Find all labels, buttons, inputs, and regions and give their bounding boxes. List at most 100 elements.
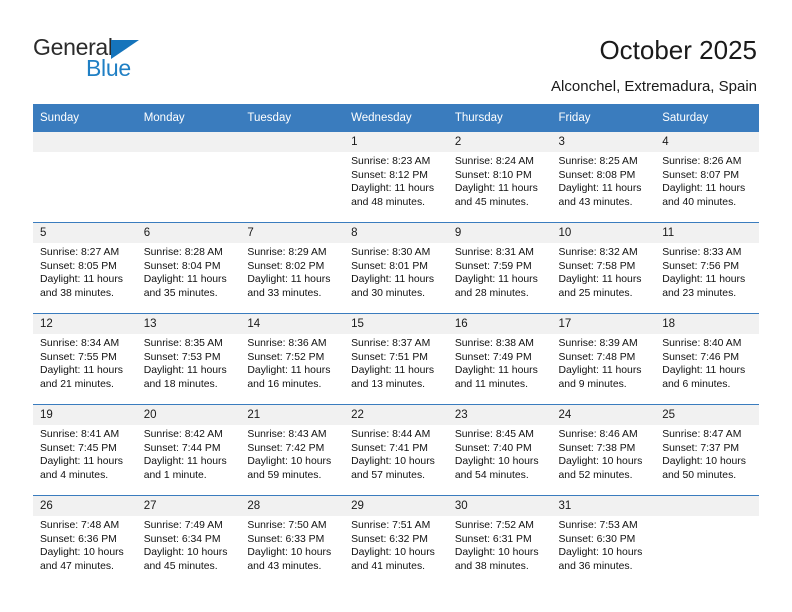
sunrise-text: Sunrise: 8:44 AM <box>351 429 431 440</box>
daylight-text-line2: and 36 minutes. <box>558 560 633 572</box>
day-cell[interactable]: 5 Sunrise: 8:27 AM Sunset: 8:05 PM Dayli… <box>33 222 137 314</box>
day-info: Sunrise: 8:38 AM Sunset: 7:49 PM Dayligh… <box>448 334 552 391</box>
day-info: Sunrise: 8:35 AM Sunset: 7:53 PM Dayligh… <box>137 334 241 391</box>
day-number <box>33 132 137 152</box>
daylight-text-line1: Daylight: 10 hours <box>662 456 746 468</box>
daylight-text-line2: and 57 minutes. <box>351 469 426 481</box>
calendar-week-row: 1 Sunrise: 8:23 AM Sunset: 8:12 PM Dayli… <box>33 132 759 223</box>
sunset-text: Sunset: 7:40 PM <box>454 442 532 454</box>
day-cell[interactable]: 16 Sunrise: 8:38 AM Sunset: 7:49 PM Dayl… <box>447 313 552 405</box>
day-cell[interactable]: 30 Sunrise: 7:52 AM Sunset: 6:31 PM Dayl… <box>447 495 552 586</box>
sunset-text: Sunset: 6:34 PM <box>143 533 221 545</box>
sunset-text: Sunset: 7:55 PM <box>40 351 117 363</box>
day-cell[interactable] <box>33 132 137 223</box>
day-cell[interactable] <box>136 132 241 223</box>
sunrise-text: Sunrise: 8:47 AM <box>662 429 742 440</box>
day-cell[interactable]: 20 Sunrise: 8:42 AM Sunset: 7:44 PM Dayl… <box>136 404 241 496</box>
sunrise-text: Sunrise: 8:27 AM <box>40 247 120 258</box>
day-cell[interactable]: 11 Sunrise: 8:33 AM Sunset: 7:56 PM Dayl… <box>655 222 759 314</box>
sunset-text: Sunset: 6:31 PM <box>454 533 532 545</box>
sunrise-text: Sunrise: 7:48 AM <box>40 520 120 531</box>
sunset-text: Sunset: 7:48 PM <box>558 351 636 363</box>
daylight-text-line2: and 52 minutes. <box>558 469 633 481</box>
calendar-body: 1 Sunrise: 8:23 AM Sunset: 8:12 PM Dayli… <box>33 132 759 586</box>
day-cell[interactable]: 7 Sunrise: 8:29 AM Sunset: 8:02 PM Dayli… <box>240 222 345 314</box>
day-info: Sunrise: 8:23 AM Sunset: 8:12 PM Dayligh… <box>344 152 448 209</box>
day-cell[interactable]: 6 Sunrise: 8:28 AM Sunset: 8:04 PM Dayli… <box>136 222 241 314</box>
day-cell[interactable]: 21 Sunrise: 8:43 AM Sunset: 7:42 PM Dayl… <box>240 404 345 496</box>
sunrise-text: Sunrise: 8:38 AM <box>454 338 534 349</box>
daylight-text-line2: and 38 minutes. <box>454 560 529 572</box>
day-number: 12 <box>33 314 137 334</box>
day-cell[interactable]: 3 Sunrise: 8:25 AM Sunset: 8:08 PM Dayli… <box>551 132 656 223</box>
sunset-text: Sunset: 6:36 PM <box>40 533 117 545</box>
day-cell[interactable]: 27 Sunrise: 7:49 AM Sunset: 6:34 PM Dayl… <box>136 495 241 586</box>
day-cell[interactable]: 14 Sunrise: 8:36 AM Sunset: 7:52 PM Dayl… <box>240 313 345 405</box>
sunset-text: Sunset: 7:42 PM <box>247 442 325 454</box>
day-number <box>136 132 241 152</box>
day-number: 21 <box>240 405 345 425</box>
day-number <box>655 496 759 516</box>
day-cell[interactable]: 24 Sunrise: 8:46 AM Sunset: 7:38 PM Dayl… <box>551 404 656 496</box>
day-cell[interactable]: 29 Sunrise: 7:51 AM Sunset: 6:32 PM Dayl… <box>344 495 448 586</box>
daylight-text-line1: Daylight: 11 hours <box>247 274 331 286</box>
logo-text-blue: Blue <box>86 55 131 81</box>
day-cell[interactable] <box>655 495 759 586</box>
sunrise-text: Sunrise: 8:37 AM <box>351 338 431 349</box>
daylight-text-line2: and 9 minutes. <box>558 378 627 390</box>
sunset-text: Sunset: 7:41 PM <box>351 442 428 454</box>
day-cell[interactable]: 4 Sunrise: 8:26 AM Sunset: 8:07 PM Dayli… <box>655 132 759 223</box>
day-info: Sunrise: 8:28 AM Sunset: 8:04 PM Dayligh… <box>137 243 241 300</box>
sunset-text: Sunset: 6:32 PM <box>351 533 428 545</box>
day-info: Sunrise: 8:24 AM Sunset: 8:10 PM Dayligh… <box>448 152 552 209</box>
day-cell[interactable]: 1 Sunrise: 8:23 AM Sunset: 8:12 PM Dayli… <box>344 132 448 223</box>
daylight-text-line2: and 40 minutes. <box>662 196 737 208</box>
daylight-text-line1: Daylight: 11 hours <box>143 456 227 468</box>
daylight-text-line2: and 16 minutes. <box>247 378 322 390</box>
day-cell[interactable]: 8 Sunrise: 8:30 AM Sunset: 8:01 PM Dayli… <box>344 222 448 314</box>
day-cell[interactable]: 22 Sunrise: 8:44 AM Sunset: 7:41 PM Dayl… <box>344 404 448 496</box>
day-cell[interactable]: 10 Sunrise: 8:32 AM Sunset: 7:58 PM Dayl… <box>551 222 656 314</box>
day-info: Sunrise: 8:40 AM Sunset: 7:46 PM Dayligh… <box>655 334 759 391</box>
day-cell[interactable]: 15 Sunrise: 8:37 AM Sunset: 7:51 PM Dayl… <box>344 313 448 405</box>
page-title: October 2025 <box>599 35 757 65</box>
sunset-text: Sunset: 8:12 PM <box>351 169 428 181</box>
sunset-text: Sunset: 7:49 PM <box>454 351 532 363</box>
sunrise-text: Sunrise: 7:51 AM <box>351 520 431 531</box>
calendar-week-row: 5 Sunrise: 8:27 AM Sunset: 8:05 PM Dayli… <box>33 222 759 314</box>
day-cell[interactable]: 25 Sunrise: 8:47 AM Sunset: 7:37 PM Dayl… <box>655 404 759 496</box>
day-number: 11 <box>655 223 759 243</box>
sunrise-text: Sunrise: 8:29 AM <box>247 247 327 258</box>
sunrise-text: Sunrise: 8:35 AM <box>143 338 223 349</box>
sunset-text: Sunset: 7:44 PM <box>143 442 221 454</box>
day-cell[interactable]: 13 Sunrise: 8:35 AM Sunset: 7:53 PM Dayl… <box>136 313 241 405</box>
daylight-text-line2: and 6 minutes. <box>662 378 731 390</box>
day-cell[interactable]: 26 Sunrise: 7:48 AM Sunset: 6:36 PM Dayl… <box>33 495 137 586</box>
day-number: 30 <box>447 496 552 516</box>
day-cell[interactable]: 19 Sunrise: 8:41 AM Sunset: 7:45 PM Dayl… <box>33 404 137 496</box>
general-blue-logo[interactable]: General Blue <box>33 36 163 84</box>
weekday-header-tuesday: Tuesday <box>240 104 345 132</box>
day-cell[interactable]: 23 Sunrise: 8:45 AM Sunset: 7:40 PM Dayl… <box>447 404 552 496</box>
day-cell[interactable]: 18 Sunrise: 8:40 AM Sunset: 7:46 PM Dayl… <box>655 313 759 405</box>
day-cell[interactable]: 17 Sunrise: 8:39 AM Sunset: 7:48 PM Dayl… <box>551 313 656 405</box>
day-cell[interactable]: 12 Sunrise: 8:34 AM Sunset: 7:55 PM Dayl… <box>33 313 137 405</box>
day-number: 10 <box>551 223 656 243</box>
day-info: Sunrise: 8:26 AM Sunset: 8:07 PM Dayligh… <box>655 152 759 209</box>
day-info: Sunrise: 8:39 AM Sunset: 7:48 PM Dayligh… <box>552 334 656 391</box>
daylight-text-line2: and 35 minutes. <box>143 287 218 299</box>
day-cell[interactable]: 31 Sunrise: 7:53 AM Sunset: 6:30 PM Dayl… <box>551 495 656 586</box>
day-cell[interactable]: 28 Sunrise: 7:50 AM Sunset: 6:33 PM Dayl… <box>240 495 345 586</box>
daylight-text-line2: and 25 minutes. <box>558 287 633 299</box>
sunset-text: Sunset: 8:02 PM <box>247 260 325 272</box>
daylight-text-line2: and 4 minutes. <box>40 469 109 481</box>
day-cell[interactable]: 9 Sunrise: 8:31 AM Sunset: 7:59 PM Dayli… <box>447 222 552 314</box>
day-cell[interactable] <box>240 132 345 223</box>
daylight-text-line1: Daylight: 11 hours <box>143 274 227 286</box>
daylight-text-line2: and 47 minutes. <box>40 560 114 572</box>
sunrise-text: Sunrise: 7:52 AM <box>454 520 534 531</box>
daylight-text-line1: Daylight: 11 hours <box>247 365 331 377</box>
day-info: Sunrise: 8:30 AM Sunset: 8:01 PM Dayligh… <box>344 243 448 300</box>
day-cell[interactable]: 2 Sunrise: 8:24 AM Sunset: 8:10 PM Dayli… <box>447 132 552 223</box>
sunrise-text: Sunrise: 7:49 AM <box>143 520 223 531</box>
